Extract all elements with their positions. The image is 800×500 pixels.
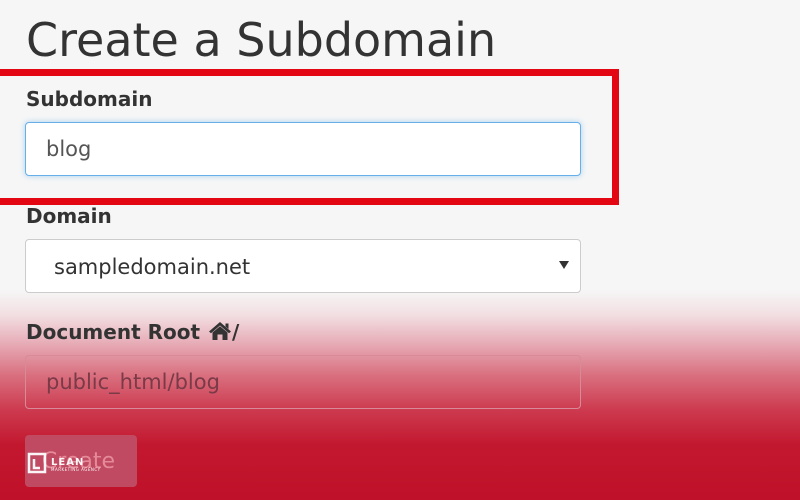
document-root-label-row: Document Root /	[26, 320, 239, 346]
document-root-label: Document Root	[26, 320, 201, 344]
domain-select-value: sampledomain.net	[54, 255, 251, 279]
domain-label: Domain	[26, 204, 112, 228]
highlight-annotation-box	[0, 69, 619, 205]
document-root-input[interactable]	[25, 355, 581, 409]
watermark-line2: MARKETING AGENCY	[51, 467, 101, 472]
watermark-logo-icon	[27, 452, 47, 478]
page-title: Create a Subdomain	[26, 13, 497, 67]
document-root-prefix: /	[232, 320, 240, 344]
caret-down-icon	[559, 261, 569, 269]
domain-select[interactable]: sampledomain.net	[25, 239, 581, 293]
home-icon	[208, 321, 232, 346]
watermark: LEAN MARKETING AGENCY	[27, 452, 101, 478]
